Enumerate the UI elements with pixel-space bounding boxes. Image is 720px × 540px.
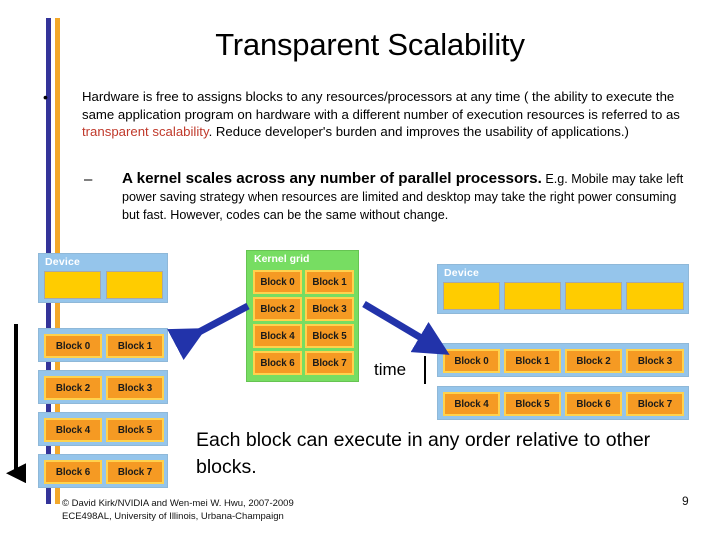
right-device-slot-2 — [565, 282, 622, 310]
kernel-block-7: Block 7 — [305, 351, 354, 375]
bullet-marker-level2: – — [84, 171, 93, 188]
left-device-panel: Device — [38, 253, 168, 303]
right-device-panel: Device — [437, 264, 689, 314]
right-block-6: Block 6 — [565, 392, 622, 416]
left-block-0: Block 0 — [44, 334, 102, 358]
bullet-marker-level1: • — [43, 89, 48, 105]
footer-affiliation-line: ECE498AL, University of Illinois, Urbana… — [62, 511, 284, 522]
bullet-level1-highlight: transparent scalability — [82, 124, 209, 139]
bullet-level1-text: Hardware is free to assigns blocks to an… — [82, 88, 687, 141]
kernel-block-2: Block 2 — [253, 297, 302, 321]
right-device-slot-0 — [443, 282, 500, 310]
left-device-row-3: Block 6 Block 7 — [38, 454, 168, 488]
bullet-level2-lead: A kernel scales across any number of par… — [122, 170, 542, 187]
left-device-label: Device — [45, 256, 81, 268]
kernel-grid-panel: Kernel grid Block 0 Block 1 Block 2 Bloc… — [246, 250, 359, 382]
time-direction-arrow-icon — [6, 324, 26, 484]
kernel-block-6: Block 6 — [253, 351, 302, 375]
left-device-slot-1 — [106, 271, 163, 299]
right-device-slot-3 — [626, 282, 684, 310]
callout-text: Each block can execute in any order rela… — [196, 429, 651, 478]
right-device-row-1: Block 4 Block 5 Block 6 Block 7 — [437, 386, 689, 420]
bullet-level2-text: A kernel scales across any number of par… — [122, 168, 687, 224]
bullet-level1-part2: . Reduce developer's burden and improves… — [208, 124, 629, 139]
right-block-5: Block 5 — [504, 392, 561, 416]
left-block-1: Block 1 — [106, 334, 164, 358]
kernel-block-1: Block 1 — [305, 270, 354, 294]
arrow-to-left-device-icon — [167, 302, 250, 361]
kernel-grid-label: Kernel grid — [254, 253, 310, 265]
right-device-slot-1 — [504, 282, 561, 310]
bullet-level1-part1: Hardware is free to assigns blocks to an… — [82, 89, 680, 122]
time-axis-bar — [424, 356, 426, 384]
left-block-3: Block 3 — [106, 376, 164, 400]
right-block-3: Block 3 — [626, 349, 684, 373]
right-block-0: Block 0 — [443, 349, 500, 373]
left-device-row-2: Block 4 Block 5 — [38, 412, 168, 446]
kernel-block-3: Block 3 — [305, 297, 354, 321]
right-block-2: Block 2 — [565, 349, 622, 373]
page-number: 9 — [682, 494, 689, 508]
right-device-row-0: Block 0 Block 1 Block 2 Block 3 — [437, 343, 689, 377]
left-block-5: Block 5 — [106, 418, 164, 442]
right-device-label: Device — [444, 267, 480, 279]
left-block-6: Block 6 — [44, 460, 102, 484]
left-device-slot-0 — [44, 271, 101, 299]
left-block-4: Block 4 — [44, 418, 102, 442]
footer-copyright-line: © David Kirk/NVIDIA and Wen-mei W. Hwu, … — [62, 498, 294, 509]
time-label: time — [374, 360, 407, 379]
page-title: Transparent Scalability — [215, 27, 525, 62]
left-device-row-0: Block 0 Block 1 — [38, 328, 168, 362]
left-device-row-1: Block 2 Block 3 — [38, 370, 168, 404]
right-block-7: Block 7 — [626, 392, 684, 416]
right-block-4: Block 4 — [443, 392, 500, 416]
kernel-block-5: Block 5 — [305, 324, 354, 348]
slide-canvas: Transparent Scalability • Hardware is fr… — [0, 0, 720, 540]
footer: © David Kirk/NVIDIA and Wen-mei W. Hwu, … — [62, 497, 294, 523]
right-block-1: Block 1 — [504, 349, 561, 373]
kernel-block-4: Block 4 — [253, 324, 302, 348]
arrow-to-right-device-icon — [362, 300, 450, 355]
left-block-2: Block 2 — [44, 376, 102, 400]
left-block-7: Block 7 — [106, 460, 164, 484]
kernel-block-0: Block 0 — [253, 270, 302, 294]
